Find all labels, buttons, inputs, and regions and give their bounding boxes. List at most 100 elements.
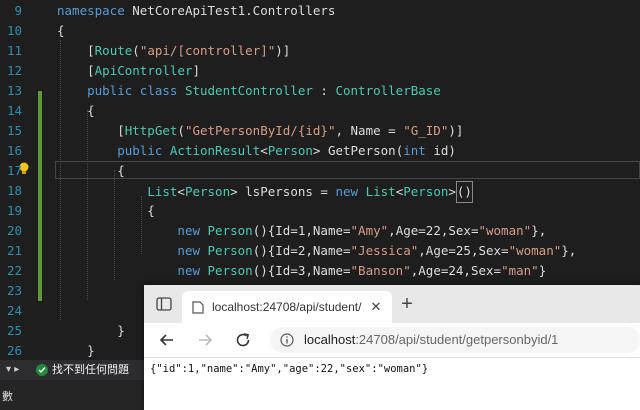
- code-token: }: [538, 263, 547, 278]
- code-text: {: [57, 21, 65, 41]
- code-line[interactable]: 17 {: [0, 161, 640, 181]
- code-token: "Jessica": [350, 243, 419, 258]
- code-text: public class StudentController : Control…: [57, 81, 441, 101]
- code-line[interactable]: 13 public class StudentController : Cont…: [0, 81, 640, 101]
- code-token: new: [335, 184, 359, 199]
- code-text: }: [57, 341, 95, 360]
- line-number: 13: [6, 83, 22, 98]
- line-number: 12: [6, 63, 22, 78]
- code-line[interactable]: 21 new Person(){Id=2,Name="Jessica",Age=…: [0, 241, 640, 261]
- code-token: "Banson": [350, 263, 411, 278]
- code-token: (){Id=2,Name=: [252, 243, 351, 258]
- code-text: new Person(){Id=3,Name="Banson",Age=24,S…: [57, 261, 546, 281]
- code-token: },: [531, 223, 547, 238]
- code-token: [: [57, 63, 95, 78]
- line-number: 11: [6, 43, 22, 58]
- code-text: namespace NetCoreApiTest1.Controllers: [57, 1, 335, 21]
- code-text: public ActionResult<Person> GetPerson(in…: [57, 141, 456, 161]
- brace-match-highlight: (): [455, 181, 473, 203]
- zoom-control-icon[interactable]: ▾ ▸: [6, 360, 19, 380]
- code-token: ,Age=24,Sex=: [410, 263, 502, 278]
- code-token: )]: [275, 43, 291, 58]
- line-number: 23: [6, 283, 22, 298]
- new-tab-button[interactable]: +: [398, 294, 416, 314]
- code-token: "G_ID": [403, 123, 449, 138]
- code-token: Person: [184, 184, 231, 199]
- status-message[interactable]: 找不到任何問題: [52, 360, 129, 380]
- code-token: {: [57, 163, 125, 178]
- line-number: 14: [6, 103, 22, 118]
- close-tab-icon[interactable]: ✕: [368, 299, 384, 315]
- code-token: Person: [403, 184, 449, 199]
- code-token: "GetPersonById/{id}": [184, 123, 336, 138]
- code-token: "woman": [508, 243, 562, 258]
- json-response-text: {"id":1,"name":"Amy","age":22,"sex":"wom…: [150, 363, 429, 375]
- line-number: 19: [6, 203, 22, 218]
- address-host: localhost: [304, 332, 356, 347]
- line-number: 20: [6, 223, 22, 238]
- code-token: NetCoreApiTest1.Controllers: [124, 3, 336, 18]
- code-token: Person: [207, 223, 253, 238]
- line-number: 26: [6, 343, 22, 358]
- code-text: new Person(){Id=1,Name="Amy",Age=22,Sex=…: [57, 221, 546, 241]
- code-line[interactable]: 20 new Person(){Id=1,Name="Amy",Age=22,S…: [0, 221, 640, 241]
- address-text[interactable]: localhost:24708/api/student/getpersonbyi…: [304, 332, 558, 347]
- code-line[interactable]: 22 new Person(){Id=3,Name="Banson",Age=2…: [0, 261, 640, 281]
- code-token: <: [177, 184, 185, 199]
- code-token: {: [57, 23, 65, 38]
- tab-actions-icon[interactable]: [156, 297, 172, 311]
- line-number: 15: [6, 123, 22, 138]
- code-token: StudentController: [184, 83, 313, 98]
- code-token: [: [57, 123, 125, 138]
- code-token: ApiController: [94, 63, 193, 78]
- code-token: ,Age=25,Sex=: [418, 243, 509, 258]
- address-path: :24708/api/student/getpersonbyid/1: [355, 332, 559, 347]
- code-token: <: [260, 143, 268, 158]
- code-line[interactable]: 18 List<Person> lsPersons = new List<Per…: [0, 181, 640, 203]
- page-favicon-icon: [192, 301, 204, 314]
- code-token: new: [177, 263, 200, 278]
- browser-toolbar: localhost:24708/api/student/getpersonbyi…: [144, 323, 640, 358]
- code-line[interactable]: 12 [ApiController]: [0, 61, 640, 81]
- code-token: ]: [192, 63, 201, 78]
- code-line[interactable]: 19 {: [0, 201, 640, 221]
- site-info-icon[interactable]: [280, 333, 294, 347]
- line-number: 25: [6, 323, 22, 338]
- code-line[interactable]: 10 {: [0, 21, 640, 41]
- code-token: id): [425, 143, 456, 158]
- forward-arrow-icon[interactable]: [196, 331, 214, 349]
- refresh-icon[interactable]: [234, 331, 252, 349]
- code-token: (){Id=3,Name=: [252, 263, 351, 278]
- code-token: public class: [87, 83, 178, 98]
- code-token: new: [177, 243, 200, 258]
- browser-window: localhost:24708/api/student/getp ✕ + loc…: [144, 285, 640, 410]
- line-number: 10: [6, 23, 22, 38]
- code-line[interactable]: 15 [HttpGet("GetPersonById/{id}", Name =…: [0, 121, 640, 141]
- code-line[interactable]: 9 namespace NetCoreApiTest1.Controllers: [0, 1, 640, 21]
- code-token: int: [403, 143, 426, 158]
- code-line[interactable]: 16 public ActionResult<Person> GetPerson…: [0, 141, 640, 161]
- code-text: {: [57, 161, 125, 181]
- line-number: 17: [6, 163, 22, 178]
- code-text: {: [57, 201, 155, 221]
- page-content: {"id":1,"name":"Amy","age":22,"sex":"wom…: [144, 358, 640, 410]
- line-number: 18: [6, 183, 22, 198]
- code-line[interactable]: 11 [Route("api/[controller]")]: [0, 41, 640, 61]
- back-arrow-icon[interactable]: [158, 331, 176, 349]
- address-bar[interactable]: localhost:24708/api/student/getpersonbyi…: [270, 327, 640, 353]
- code-line[interactable]: 14 {: [0, 101, 640, 121]
- code-token: , Name =: [335, 123, 404, 138]
- code-token: HttpGet: [124, 123, 178, 138]
- browser-tab[interactable]: localhost:24708/api/student/getp ✕: [182, 291, 392, 323]
